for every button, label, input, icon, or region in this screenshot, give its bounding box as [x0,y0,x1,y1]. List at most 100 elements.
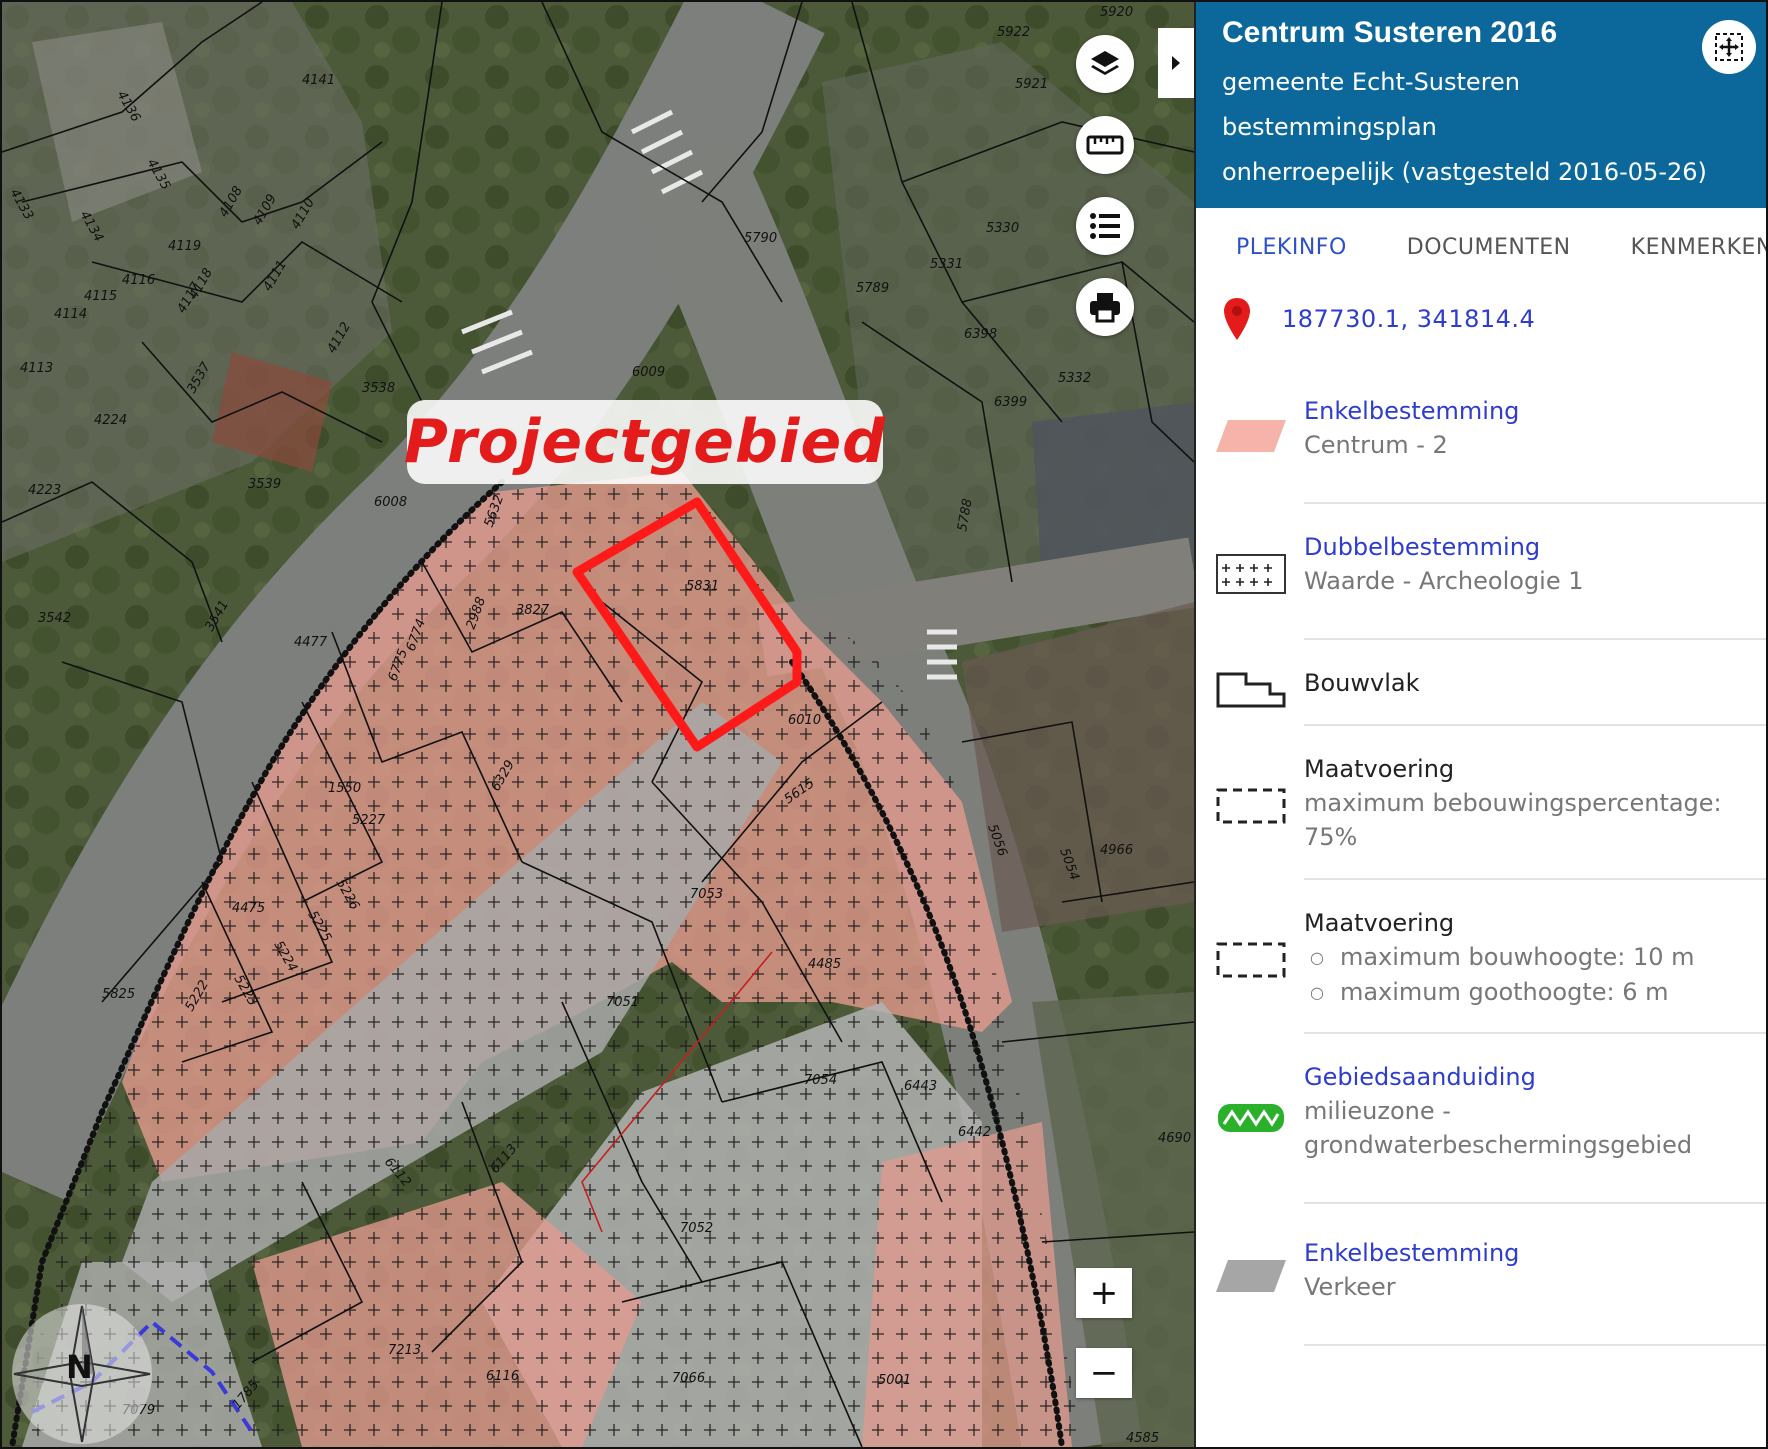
legend-title: Bouwvlak [1304,669,1420,697]
parcel-label: 4115 [84,289,117,304]
parcel-label: 5332 [1058,371,1091,386]
parcel-label: 5922 [997,25,1030,40]
legend-button[interactable] [1076,197,1134,255]
parcel-label: 4966 [1100,843,1133,858]
parcel-label: 4475 [232,901,265,916]
tab-plekinfo[interactable]: PLEKINFO [1236,235,1347,260]
parcel-label: 5921 [1015,77,1048,92]
zoom-in-button[interactable]: + [1076,1268,1132,1318]
legend-desc: grondwaterbeschermingsgebied [1304,1131,1693,1159]
parcel-label: 6442 [958,1125,991,1140]
legend-divider [1304,638,1766,640]
layers-icon [1091,51,1119,75]
parcel-label: 4116 [122,273,155,288]
parcel-label: 6443 [904,1079,937,1094]
parcel-label: 6399 [994,395,1027,410]
location-coordinates[interactable]: 187730.1, 341814.4 [1282,305,1535,333]
legend-title[interactable]: Gebiedsaanduiding [1304,1060,1692,1094]
parcel-label: 7051 [606,995,639,1010]
aerial-map-canvas[interactable]: 5920 5922 5921 4136 4141 4135 4133 4134 … [2,2,1194,1447]
tab-documenten[interactable]: DOCUMENTEN [1407,235,1571,260]
tab-kenmerken[interactable]: KENMERKEN [1631,235,1766,260]
parcel-label: 3538 [362,381,395,396]
parcel-label: 7054 [804,1073,837,1088]
north-arrow-compass: N [8,1300,156,1447]
parcel-label: 4141 [302,73,335,88]
legend-divider [1304,878,1766,880]
legend-desc: Verkeer [1304,1273,1396,1301]
parcel-label: 7053 [690,887,723,902]
parcel-label: 4477 [294,635,328,650]
legend-divider [1304,1032,1766,1034]
parcel-label: 5790 [744,231,777,246]
parcel-label: 6398 [964,327,997,342]
expand-icon [1715,33,1743,61]
parcel-label: 4113 [20,361,53,376]
legend-desc: 75% [1304,823,1358,851]
print-icon [1090,293,1120,323]
legend-title[interactable]: Enkelbestemming [1304,394,1519,428]
parcel-label: 4119 [168,239,201,254]
legend-title[interactable]: Enkelbestemming [1304,1236,1519,1270]
parcel-label: 6009 [632,365,665,380]
legend-divider [1304,724,1766,726]
parcel-label: 4485 [808,957,841,972]
north-label: N [66,1348,93,1386]
parcel-label: 1550 [328,781,361,796]
info-panel: Centrum Susteren 2016 gemeente Echt-Sust… [1194,2,1766,1447]
parcel-label: 5825 [102,987,135,1002]
bouwvlak-outline-icon [1216,672,1286,708]
plan-type: bestemmingsplan [1222,113,1437,141]
legend-sub-item: maximum goothoogte: 6 m [1304,975,1695,1010]
legend-title: Maatvoering [1304,909,1455,937]
legend-list-icon [1090,213,1120,239]
panel-tabs: PLEKINFO DOCUMENTEN KENMERKEN [1196,208,1766,286]
zoom-out-button[interactable]: − [1076,1348,1132,1398]
legend-desc: Centrum - 2 [1304,431,1448,459]
parcel-label: 5920 [1100,5,1133,20]
zoom-in-label: + [1089,1273,1119,1313]
panel-header: Centrum Susteren 2016 gemeente Echt-Sust… [1196,2,1766,208]
parcel-label: 6116 [486,1369,519,1384]
measure-button[interactable] [1076,116,1134,174]
location-row: 187730.1, 341814.4 [1196,286,1766,352]
parcel-label: 5789 [856,281,889,296]
collapse-panel-tab[interactable] [1158,28,1194,98]
parcel-label: 3542 [38,611,71,626]
map-pin-icon [1224,298,1250,340]
map-view[interactable]: 5920 5922 5921 4136 4141 4135 4133 4134 … [2,2,1194,1447]
parcel-label: 7213 [388,1343,421,1358]
parcel-label: 5001 [878,1373,911,1388]
legend-title: Maatvoering [1304,755,1455,783]
parcel-label: 4224 [94,413,127,428]
parcel-label: 5330 [986,221,1019,236]
dashed-rectangle-icon [1216,788,1286,824]
green-zigzag-swatch-icon [1218,1104,1284,1132]
parcel-label: 5227 [352,813,386,828]
legend-divider [1304,1202,1766,1204]
parcel-label: 7052 [680,1221,713,1236]
layers-button[interactable] [1076,35,1134,93]
project-area-label-text: Projectgebied [403,407,887,477]
parcel-label: 3539 [248,477,281,492]
plan-municipality: gemeente Echt-Susteren [1222,68,1521,96]
parcel-label: 6008 [374,495,407,510]
legend-desc: Waarde - Archeologie 1 [1304,567,1584,595]
parcel-label: 7066 [672,1371,705,1386]
archeology-crosses-swatch-icon [1216,554,1286,594]
fullscreen-button[interactable] [1702,20,1756,74]
grey-area-swatch-icon [1216,1260,1286,1292]
legend-desc: maximum bebouwingspercentage: [1304,789,1722,817]
plan-title: Centrum Susteren 2016 [1222,16,1558,49]
pink-area-swatch-icon [1216,420,1286,452]
legend-divider [1304,1344,1766,1346]
app-frame: 5920 5922 5921 4136 4141 4135 4133 4134 … [0,0,1768,1449]
plan-status: onherroepelijk (vastgesteld 2016-05-26) [1222,158,1707,186]
ruler-icon [1086,135,1124,155]
caret-right-icon [1172,56,1180,70]
parcel-label: 6010 [788,713,821,728]
parcel-label: 4114 [54,307,87,322]
legend-title[interactable]: Dubbelbestemming [1304,530,1584,564]
print-button[interactable] [1076,278,1134,336]
parcel-label: 4690 [1158,1131,1191,1146]
